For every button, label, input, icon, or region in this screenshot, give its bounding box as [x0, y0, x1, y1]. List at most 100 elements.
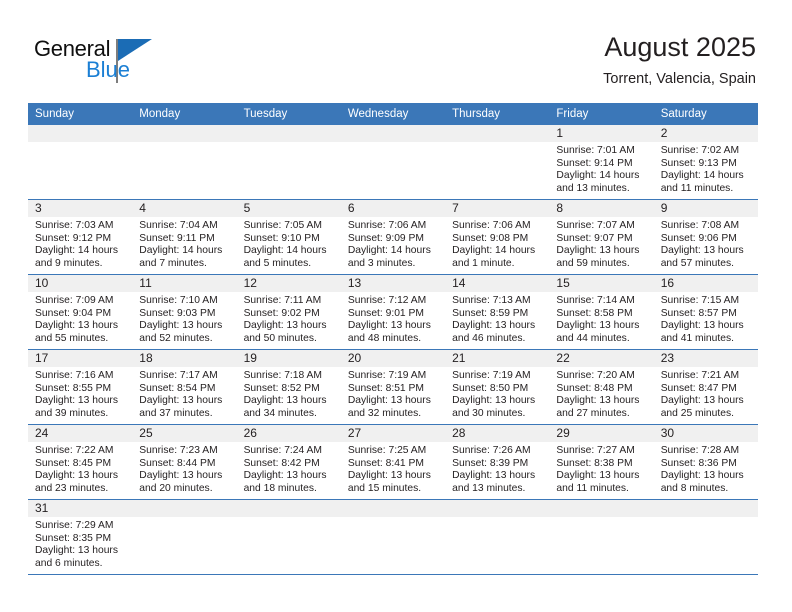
calendar-grid: Sunday Monday Tuesday Wednesday Thursday Frid… [28, 103, 758, 575]
day-detail-line: Sunrise: 7:23 AM [139, 445, 218, 456]
calendar-day-cell[interactable]: 23 Sunrise: 7:21 AM Sunset: 8:47 PM Dayligh… [653, 350, 758, 424]
calendar-day-cell[interactable]: 14 Sunrise: 7:13 AM Sunset: 8:59 PM Dayligh… [445, 275, 550, 349]
day-detail-line: and 27 minutes. [556, 407, 630, 419]
calendar-day-cell[interactable]: 10 Sunrise: 7:09 AM Sunset: 9:04 PM Dayligh… [28, 275, 133, 349]
day-detail-line: and 7 minutes. [139, 257, 207, 269]
calendar-day-cell[interactable]: 15 Sunrise: 7:14 AM Sunset: 8:58 PM Dayligh… [549, 275, 654, 349]
page-subtitle: Torrent, Valencia, Spain [603, 71, 756, 87]
day-detail-line: Sunrise: 7:03 AM [35, 220, 114, 231]
day-detail-line: and 48 minutes. [347, 332, 422, 344]
day-detail-lines: Sunrise: 7:24 AM Sunset: 8:42 PM Daylight:… [237, 442, 341, 495]
day-detail-line: Sunset: 8:45 PM [35, 457, 112, 469]
day-detail-line: and 37 minutes. [139, 407, 213, 419]
day-detail-line: Daylight: 13 hours [347, 320, 431, 332]
calendar-day-cell[interactable]: 20 Sunrise: 7:19 AM Sunset: 8:51 PM Dayligh… [340, 350, 446, 424]
calendar-day-cell[interactable]: 26 Sunrise: 7:24 AM Sunset: 8:42 PM Dayligh… [236, 425, 341, 499]
day-detail-line: and 39 minutes. [35, 407, 109, 419]
calendar-day-cell[interactable]: 4 Sunrise: 7:04 AM Sunset: 9:11 PM Daylight… [132, 200, 237, 274]
day-detail-line: Sunrise: 7:27 AM [556, 445, 635, 456]
calendar-day-cell[interactable]: 29 Sunrise: 7:27 AM Sunset: 8:38 PM Dayligh… [549, 425, 654, 499]
day-number [445, 500, 550, 517]
day-detail-lines: Sunrise: 7:21 AM Sunset: 8:47 PM Daylight:… [654, 367, 758, 420]
calendar-day-cell[interactable]: 25 Sunrise: 7:23 AM Sunset: 8:44 PM Dayligh… [132, 425, 237, 499]
calendar-day-cell-empty [132, 500, 237, 574]
day-detail-line: Sunset: 8:42 PM [243, 457, 320, 469]
generalblue-logo[interactable]: General Blue [34, 36, 194, 88]
day-detail-line: Sunset: 9:11 PM [139, 232, 215, 244]
day-detail-line: Sunset: 9:01 PM [347, 307, 424, 319]
calendar-day-cell[interactable]: 2 Sunrise: 7:02 AM Sunset: 9:13 PM Daylight… [653, 125, 758, 199]
day-number [132, 125, 237, 142]
day-detail-line: Sunset: 9:03 PM [139, 307, 216, 319]
calendar-day-cell[interactable]: 24 Sunrise: 7:22 AM Sunset: 8:45 PM Dayligh… [28, 425, 133, 499]
calendar-day-cell[interactable]: 21 Sunrise: 7:19 AM Sunset: 8:50 PM Dayligh… [445, 350, 550, 424]
weekday-header-tuesday: Tuesday [243, 108, 288, 120]
calendar-day-cell[interactable]: 17 Sunrise: 7:16 AM Sunset: 8:55 PM Dayligh… [28, 350, 133, 424]
calendar-day-cell[interactable]: 18 Sunrise: 7:17 AM Sunset: 8:54 PM Dayligh… [132, 350, 237, 424]
day-number: 15 [549, 275, 654, 292]
calendar-day-cell[interactable]: 22 Sunrise: 7:20 AM Sunset: 8:48 PM Dayligh… [549, 350, 654, 424]
day-detail-line: Sunset: 9:08 PM [452, 232, 529, 244]
day-detail-line: Daylight: 13 hours [556, 395, 640, 407]
day-detail-line: and 30 minutes. [452, 407, 526, 419]
calendar-day-cell[interactable]: 3 Sunrise: 7:03 AM Sunset: 9:12 PM Daylight… [28, 200, 133, 274]
calendar-day-cell[interactable]: 11 Sunrise: 7:10 AM Sunset: 9:03 PM Dayligh… [132, 275, 237, 349]
calendar-day-cell[interactable]: 7 Sunrise: 7:06 AM Sunset: 9:08 PM Daylight… [445, 200, 550, 274]
day-number: 31 [28, 500, 133, 517]
calendar-day-cell[interactable]: 28 Sunrise: 7:26 AM Sunset: 8:39 PM Dayligh… [445, 425, 550, 499]
day-detail-line: Sunrise: 7:06 AM [452, 220, 531, 231]
calendar-day-cell[interactable]: 1 Sunrise: 7:01 AM Sunset: 9:14 PM Daylight… [549, 125, 654, 199]
calendar-week-container: 1 Sunrise: 7:01 AM Sunset: 9:14 PM Daylight… [28, 125, 758, 575]
calendar-day-cell-empty [236, 125, 341, 199]
calendar-week-row: 31 Sunrise: 7:29 AM Sunset: 8:35 PM Dayligh… [28, 499, 758, 575]
day-detail-line: and 44 minutes. [556, 332, 630, 344]
day-detail-line: Sunset: 8:48 PM [556, 382, 633, 394]
day-detail-line: Daylight: 13 hours [556, 470, 640, 482]
day-detail-line: Daylight: 13 hours [452, 470, 536, 482]
calendar-day-cell[interactable]: 16 Sunrise: 7:15 AM Sunset: 8:57 PM Dayligh… [653, 275, 758, 349]
title-block: August 2025 Torrent, Valencia, Spain [603, 30, 756, 89]
day-number: 16 [653, 275, 758, 292]
calendar-day-cell[interactable]: 31 Sunrise: 7:29 AM Sunset: 8:35 PM Dayligh… [28, 500, 133, 574]
day-detail-line: Sunset: 8:35 PM [35, 532, 112, 544]
calendar-day-cell[interactable]: 19 Sunrise: 7:18 AM Sunset: 8:52 PM Dayligh… [236, 350, 341, 424]
day-detail-lines [549, 517, 653, 520]
calendar-day-cell[interactable]: 9 Sunrise: 7:08 AM Sunset: 9:06 PM Daylight… [653, 200, 758, 274]
day-detail-lines [445, 142, 549, 145]
day-detail-line: Sunset: 9:10 PM [243, 232, 320, 244]
calendar-day-cell-empty [236, 500, 341, 574]
weekday-header-monday: Monday [139, 108, 181, 120]
calendar-week-row: 24 Sunrise: 7:22 AM Sunset: 8:45 PM Dayligh… [28, 424, 758, 499]
day-detail-line: Sunrise: 7:13 AM [452, 295, 531, 306]
day-detail-line: Sunrise: 7:24 AM [243, 445, 322, 456]
weekday-header-saturday: Saturday [660, 108, 707, 120]
day-detail-line: Daylight: 13 hours [35, 320, 118, 332]
calendar-day-cell[interactable]: 8 Sunrise: 7:07 AM Sunset: 9:07 PM Daylight… [549, 200, 654, 274]
day-detail-line: Sunset: 9:02 PM [243, 307, 320, 319]
day-detail-line: and 23 minutes. [35, 482, 109, 494]
day-detail-lines: Sunrise: 7:19 AM Sunset: 8:50 PM Daylight:… [445, 367, 549, 420]
day-detail-lines [445, 517, 549, 520]
calendar-day-cell[interactable]: 6 Sunrise: 7:06 AM Sunset: 9:09 PM Daylight… [340, 200, 446, 274]
day-detail-lines: Sunrise: 7:02 AM Sunset: 9:13 PM Daylight:… [654, 142, 758, 195]
day-detail-line: and 55 minutes. [35, 332, 109, 344]
day-detail-lines [132, 142, 236, 145]
day-number: 19 [236, 350, 341, 367]
day-detail-line: Sunset: 9:13 PM [660, 157, 737, 169]
day-detail-line: Sunrise: 7:12 AM [347, 295, 427, 306]
calendar-day-cell[interactable]: 30 Sunrise: 7:28 AM Sunset: 8:36 PM Dayligh… [653, 425, 758, 499]
day-detail-lines [341, 142, 445, 145]
calendar-day-cell[interactable]: 27 Sunrise: 7:25 AM Sunset: 8:41 PM Dayligh… [340, 425, 446, 499]
day-detail-lines: Sunrise: 7:15 AM Sunset: 8:57 PM Daylight:… [654, 292, 758, 345]
calendar-day-cell[interactable]: 12 Sunrise: 7:11 AM Sunset: 9:02 PM Dayligh… [236, 275, 341, 349]
day-number: 12 [236, 275, 341, 292]
calendar-day-cell[interactable]: 13 Sunrise: 7:12 AM Sunset: 9:01 PM Dayligh… [340, 275, 446, 349]
calendar-day-cell-empty [340, 500, 446, 574]
day-detail-line: Sunset: 8:52 PM [243, 382, 320, 394]
logo-text-blue: Blue [86, 57, 131, 82]
calendar-week-row: 10 Sunrise: 7:09 AM Sunset: 9:04 PM Dayligh… [28, 274, 758, 349]
calendar-day-cell[interactable]: 5 Sunrise: 7:05 AM Sunset: 9:10 PM Daylight… [236, 200, 341, 274]
day-detail-lines: Sunrise: 7:19 AM Sunset: 8:51 PM Daylight:… [341, 367, 445, 420]
day-detail-line: Sunset: 8:36 PM [660, 457, 737, 469]
day-number: 23 [653, 350, 758, 367]
